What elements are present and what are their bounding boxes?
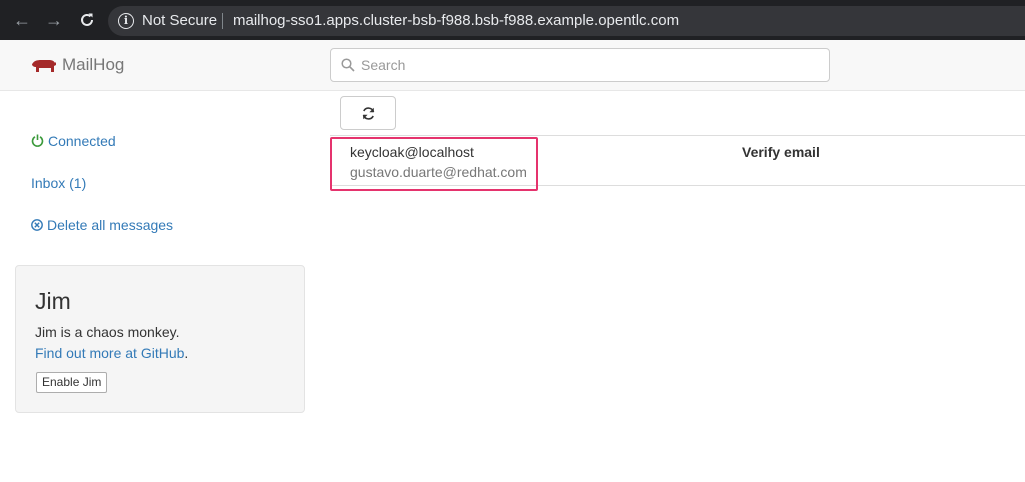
jim-panel: Jim Jim is a chaos monkey. Find out more… [15, 265, 305, 413]
url-text[interactable]: mailhog-sso1.apps.cluster-bsb-f988.bsb-f… [233, 12, 679, 30]
back-arrow-icon[interactable]: ← [11, 9, 33, 31]
browser-toolbar: ← → i Not Secure mailhog-sso1.apps.clust… [0, 0, 1025, 40]
search-icon [341, 58, 355, 72]
search-box[interactable] [330, 48, 830, 82]
inbox-link[interactable]: Inbox (1) [31, 174, 86, 192]
message-subject: Verify email [742, 144, 820, 160]
delete-all-label: Delete all messages [47, 217, 174, 233]
search-input[interactable] [361, 49, 821, 81]
power-icon [31, 134, 44, 147]
jim-link-suffix: . [184, 345, 189, 361]
reload-icon[interactable] [76, 9, 98, 31]
jim-description: Jim is a chaos monkey. [35, 324, 180, 340]
jim-github-line: Find out more at GitHub. [35, 344, 188, 362]
brand-name[interactable]: MailHog [62, 55, 124, 75]
connected-label: Connected [48, 133, 116, 149]
refresh-button[interactable] [340, 96, 396, 130]
app-navbar: MailHog [0, 40, 1025, 91]
omnibox-divider [222, 13, 223, 29]
security-label[interactable]: Not Secure [142, 12, 217, 30]
highlight-annotation [330, 137, 538, 191]
jim-title: Jim [35, 288, 71, 314]
refresh-icon [362, 107, 375, 120]
address-bar[interactable]: i Not Secure mailhog-sso1.apps.cluster-b… [108, 6, 1025, 36]
pig-logo-icon[interactable] [31, 58, 57, 74]
forward-arrow-icon[interactable]: → [43, 9, 65, 31]
connected-status[interactable]: Connected [31, 132, 116, 150]
remove-circle-icon [31, 219, 43, 231]
delete-all-messages-link[interactable]: Delete all messages [31, 216, 173, 234]
enable-jim-button[interactable]: Enable Jim [36, 372, 108, 393]
jim-github-link[interactable]: Find out more at GitHub [35, 345, 184, 361]
info-icon[interactable]: i [118, 13, 134, 29]
